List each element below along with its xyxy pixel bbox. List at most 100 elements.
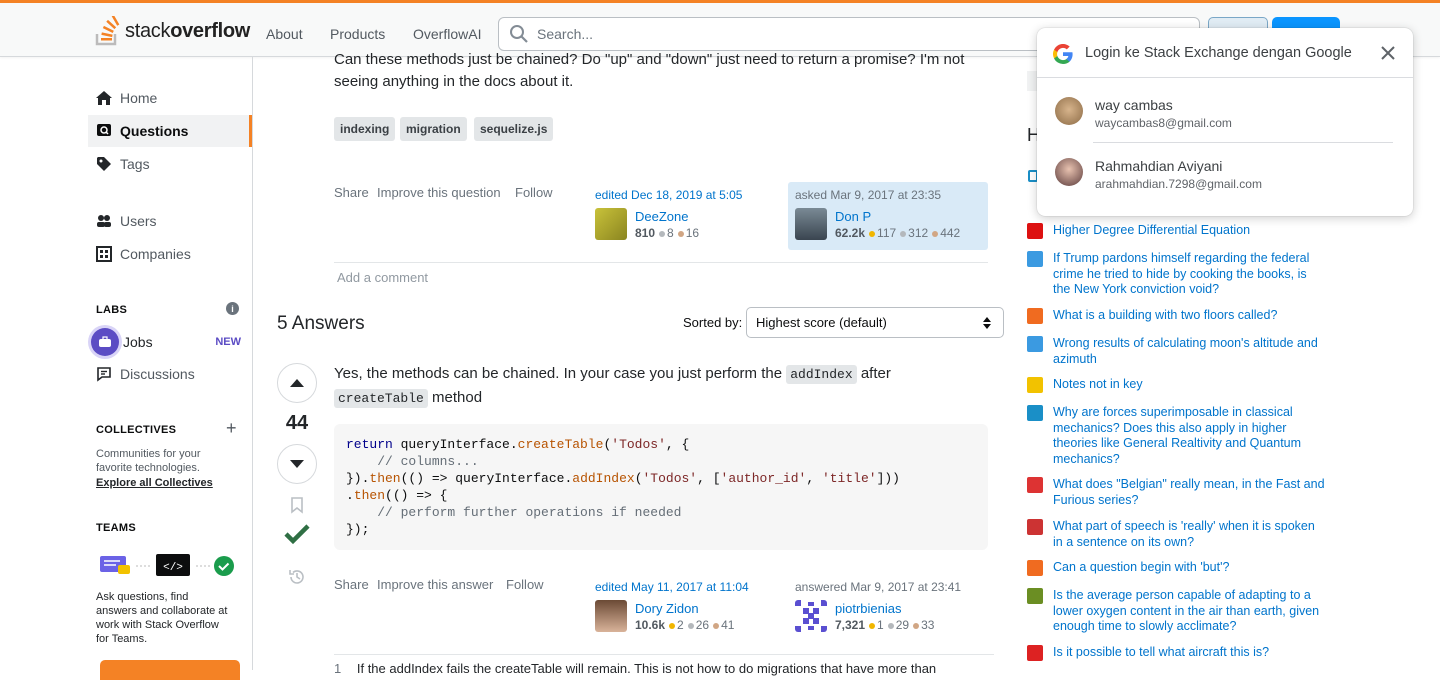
answer-improve-link[interactable]: Improve this answer <box>377 577 493 592</box>
sidebar-item-discussions[interactable]: Discussions <box>88 358 252 390</box>
bookmark-icon[interactable] <box>290 497 304 514</box>
hot-question-item[interactable]: Wrong results of calculating moon's alti… <box>1027 336 1327 367</box>
nav-products[interactable]: Products <box>330 26 385 42</box>
edited-timestamp[interactable]: edited Dec 18, 2019 at 5:05 <box>595 188 742 202</box>
explore-collectives-link[interactable]: Explore all Collectives <box>96 476 226 490</box>
stackoverflow-logo-icon <box>95 16 120 46</box>
sidebar-item-companies[interactable]: Companies <box>88 238 252 270</box>
sidebar-item-label: Home <box>120 90 158 106</box>
hot-question-item[interactable]: Can a question begin with 'but'? <box>1027 560 1327 576</box>
rep-score: 810 <box>635 226 656 240</box>
hot-question-title: Can a question begin with 'but'? <box>1053 560 1230 574</box>
nav-about[interactable]: About <box>266 26 303 42</box>
teams-cta-button[interactable] <box>100 660 240 680</box>
popup-title: Login ke Stack Exchange dengan Google <box>1085 45 1352 61</box>
tag-migration[interactable]: migration <box>400 117 467 141</box>
question-text-line: Can these methods just be chained? Do "u… <box>334 51 965 68</box>
add-collective-icon[interactable]: + <box>226 419 237 437</box>
add-comment-link[interactable]: Add a comment <box>337 270 428 285</box>
companies-icon <box>96 246 112 262</box>
account-name: Rahmahdian Aviyani <box>1095 158 1223 174</box>
edited-timestamp[interactable]: edited May 11, 2017 at 11:04 <box>595 580 749 594</box>
hot-question-item[interactable]: Notes not in key <box>1027 377 1327 393</box>
left-sidebar: Home Questions Tags Users Companies LABS… <box>0 57 253 680</box>
hot-question-title: Is the average person capable of adaptin… <box>1053 588 1320 633</box>
hot-question-item[interactable]: What is a building with two floors calle… <box>1027 308 1327 324</box>
logo-text-light: stack <box>125 19 171 42</box>
avatar[interactable] <box>795 208 827 240</box>
gold-badges: 117 <box>877 226 897 240</box>
svg-text:</>: </> <box>163 562 183 574</box>
answer-share-link[interactable]: Share <box>334 577 369 592</box>
user-name[interactable]: Dory Zidon <box>635 601 699 616</box>
avatar <box>1055 158 1083 186</box>
hot-question-item[interactable]: Why are forces superimposable in classic… <box>1027 405 1327 467</box>
hot-question-item[interactable]: Is it possible to tell what aircraft thi… <box>1027 645 1327 661</box>
teams-illustration: </> <box>98 553 238 579</box>
collectives-text: Communities for your favorite technologi… <box>96 448 201 474</box>
site-icon <box>1027 405 1043 421</box>
hot-question-title: What part of speech is 'really' when it … <box>1053 519 1315 549</box>
user-name[interactable]: Don P <box>835 209 871 224</box>
hot-question-item[interactable]: Higher Degree Differential Equation <box>1027 223 1327 239</box>
comment-text: If the addIndex fails the createTable wi… <box>356 661 937 676</box>
sidebar-item-label: Companies <box>120 246 191 262</box>
sort-select[interactable]: Highest score (default) <box>746 307 1004 338</box>
question-text-line: seeing anything in the docs about it. <box>334 73 574 90</box>
sidebar-item-jobs[interactable]: Jobs NEW <box>91 327 251 357</box>
sidebar-item-users[interactable]: Users <box>88 205 252 237</box>
hot-question-title: What is a building with two floors calle… <box>1053 308 1278 322</box>
avatar[interactable] <box>595 600 627 632</box>
sort-value: Highest score (default) <box>756 315 887 330</box>
search-icon <box>510 25 528 43</box>
silver-badges: 26 <box>695 618 710 632</box>
question-follow-link[interactable]: Follow <box>515 185 553 200</box>
user-name[interactable]: piotrbienias <box>835 601 902 616</box>
sidebar-item-tags[interactable]: Tags <box>88 148 252 180</box>
users-icon <box>97 215 111 227</box>
site-icon <box>1027 336 1043 352</box>
stackoverflow-logo[interactable]: stackoverflow <box>95 16 250 46</box>
site-icon <box>1027 308 1043 324</box>
hot-question-item[interactable]: If Trump pardons himself regarding the f… <box>1027 251 1327 298</box>
site-icon <box>1027 477 1043 493</box>
sidebar-item-questions[interactable]: Questions <box>88 115 252 147</box>
history-icon[interactable] <box>288 568 306 586</box>
close-icon[interactable] <box>1381 46 1395 60</box>
hot-question-title: What does "Belgian" really mean, in the … <box>1053 477 1325 507</box>
hot-question-title: If Trump pardons himself regarding the f… <box>1053 251 1310 296</box>
rep-score: 62.2k <box>835 226 866 240</box>
hot-question-title: Is it possible to tell what aircraft thi… <box>1053 645 1270 659</box>
arrow-up-icon <box>290 379 304 387</box>
hot-question-item[interactable]: What does "Belgian" really mean, in the … <box>1027 477 1327 508</box>
tag-sequelize[interactable]: sequelize.js <box>474 117 554 141</box>
downvote-button[interactable] <box>277 444 317 484</box>
hot-question-item[interactable]: Is the average person capable of adaptin… <box>1027 588 1327 635</box>
info-icon[interactable]: i <box>226 302 239 315</box>
main-content: Can these methods just be chained? Do "u… <box>253 51 1023 676</box>
bronze-badges: 16 <box>685 226 700 240</box>
arrow-down-icon <box>290 460 304 468</box>
answered-timestamp: answered Mar 9, 2017 at 23:41 <box>795 580 962 594</box>
google-account-1[interactable]: way cambas waycambas8@gmail.com <box>1055 97 1375 157</box>
sort-label: Sorted by: <box>683 315 743 330</box>
answer-text: Yes, the methods can be chained. In your… <box>334 365 783 382</box>
question-improve-link[interactable]: Improve this question <box>377 185 501 200</box>
answer-follow-link[interactable]: Follow <box>506 577 544 592</box>
avatar[interactable] <box>795 600 827 632</box>
sidebar-item-home[interactable]: Home <box>88 82 252 114</box>
google-account-2[interactable]: Rahmahdian Aviyani arahmahdian.7298@gmai… <box>1055 158 1375 218</box>
upvote-button[interactable] <box>277 363 317 403</box>
site-icon <box>1027 560 1043 576</box>
avatar[interactable] <box>595 208 627 240</box>
user-name[interactable]: DeeZone <box>635 209 688 224</box>
new-badge: NEW <box>215 336 241 348</box>
hot-question-item[interactable]: What part of speech is 'really' when it … <box>1027 519 1327 550</box>
tag-indexing[interactable]: indexing <box>334 117 396 141</box>
accepted-checkmark-icon <box>284 524 310 545</box>
nav-overflowai[interactable]: OverflowAI <box>413 26 481 42</box>
account-email: arahmahdian.7298@gmail.com <box>1095 177 1262 191</box>
question-share-link[interactable]: Share <box>334 185 369 200</box>
sidebar-item-label: Questions <box>120 123 189 139</box>
silver-badges: 29 <box>895 618 910 632</box>
